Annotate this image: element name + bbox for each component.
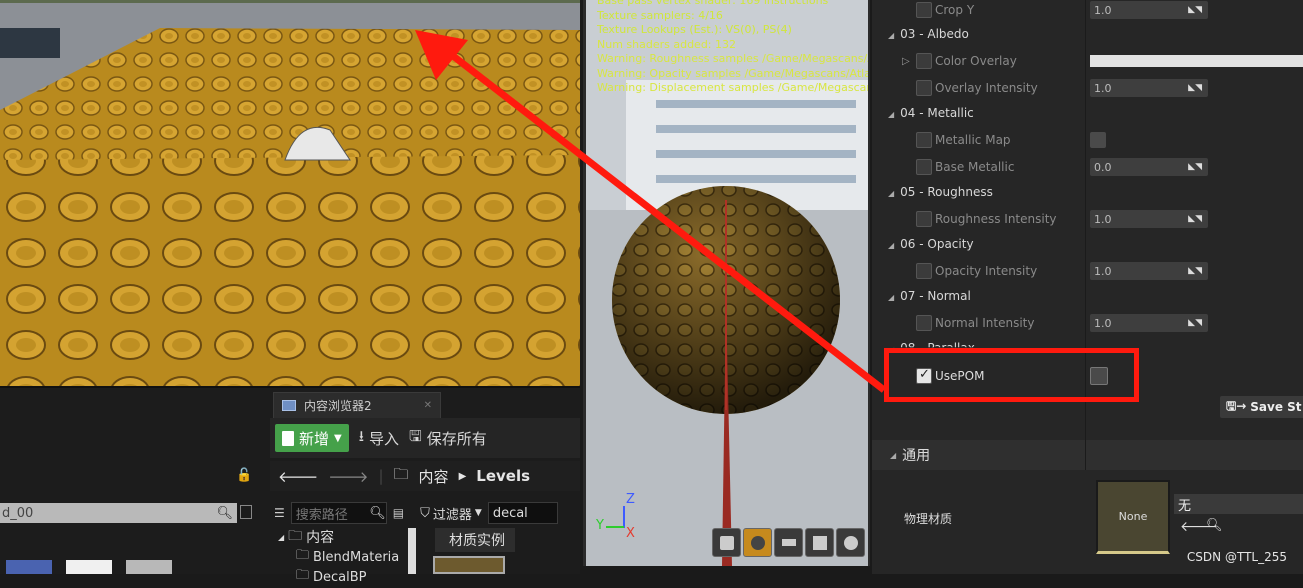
- annotation-arrow: [415, 30, 887, 393]
- watermark: CSDN @TTL_255: [1186, 550, 1287, 564]
